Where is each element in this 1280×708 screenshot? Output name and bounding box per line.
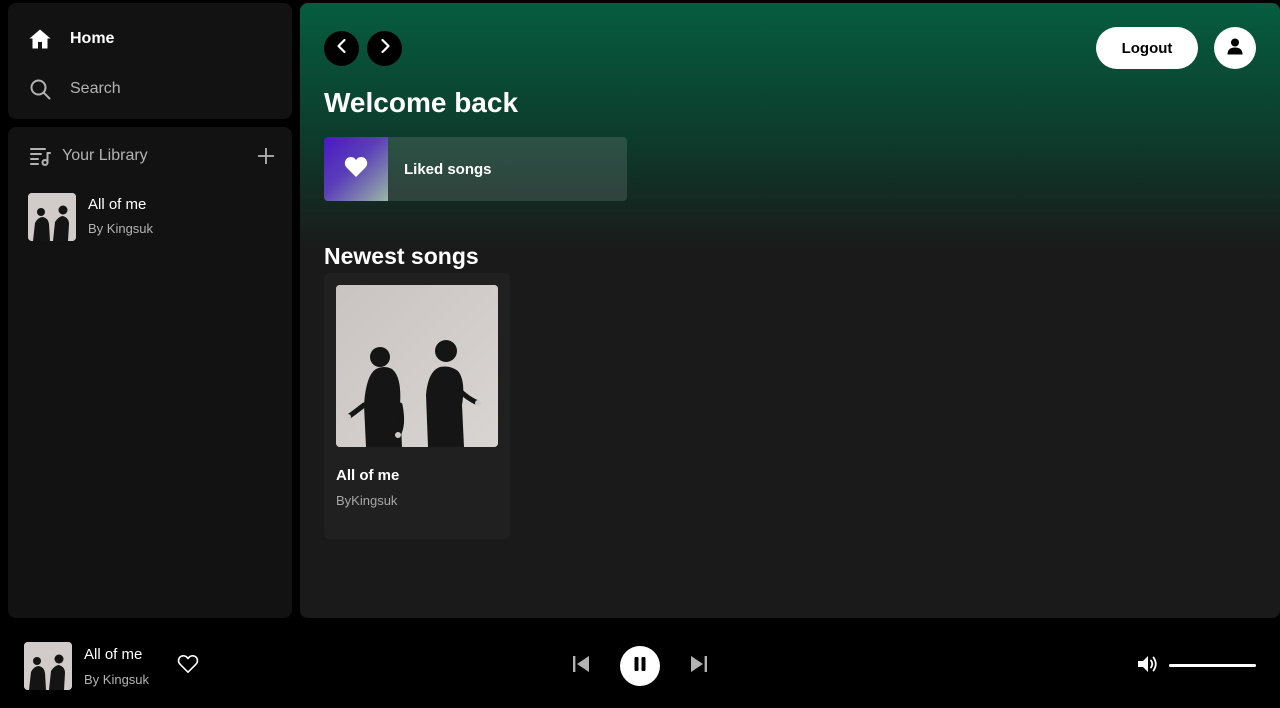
page-title: Welcome back (324, 87, 519, 118)
library-item-title: All of me (88, 196, 147, 213)
library-item-subtitle: By Kingsuk (88, 221, 154, 236)
song-card[interactable]: All of me ByKingsuk (324, 273, 510, 539)
like-button[interactable] (176, 654, 200, 678)
volume-button[interactable] (1136, 654, 1160, 678)
volume-icon (1136, 653, 1160, 680)
home-icon (28, 27, 52, 51)
library-icon[interactable] (28, 144, 52, 168)
search-icon (28, 77, 52, 101)
volume-slider[interactable] (1169, 664, 1256, 667)
main-panel: Logout Welcome back Liked songs Newest s… (300, 3, 1280, 618)
volume-slider-fill (1169, 664, 1256, 667)
nav-search-label: Search (70, 80, 121, 97)
logout-button[interactable]: Logout (1096, 27, 1198, 69)
liked-songs-label: Liked songs (404, 160, 492, 178)
nav-item-home[interactable]: Home (28, 27, 114, 51)
player-bar: All of me By Kingsuk (0, 626, 1280, 706)
back-button[interactable] (324, 31, 359, 66)
liked-songs-card[interactable]: Liked songs (324, 137, 627, 201)
pause-icon (632, 656, 648, 677)
song-card-subtitle: ByKingsuk (336, 493, 398, 508)
chevron-left-icon (334, 38, 350, 59)
skip-forward-icon (689, 654, 709, 679)
profile-button[interactable] (1214, 27, 1256, 69)
album-art (336, 285, 498, 447)
next-button[interactable] (687, 654, 711, 678)
nav-panel: Home Search (8, 3, 292, 119)
nav-item-search[interactable]: Search (28, 77, 121, 101)
now-playing-artist[interactable]: By Kingsuk (84, 672, 149, 687)
section-title-newest: Newest songs (324, 243, 479, 269)
skip-back-icon (571, 654, 591, 679)
liked-songs-art (324, 137, 388, 201)
library-item[interactable]: All of me By Kingsuk (28, 193, 153, 241)
album-art-thumbnail (28, 193, 76, 241)
add-icon[interactable] (254, 144, 278, 168)
chevron-right-icon (377, 38, 393, 59)
library-header: Your Library (28, 143, 278, 169)
heart-outline-icon (177, 654, 199, 679)
heart-filled-icon (344, 156, 368, 183)
user-icon (1226, 37, 1244, 60)
previous-button[interactable] (569, 654, 593, 678)
pause-button[interactable] (620, 646, 660, 686)
song-card-title: All of me (336, 467, 400, 484)
library-title: Your Library (62, 147, 148, 164)
library-panel: Your Library All of me By Kingsuk (8, 127, 292, 618)
forward-button[interactable] (367, 31, 402, 66)
nav-home-label: Home (70, 30, 115, 47)
now-playing-art[interactable] (24, 642, 72, 690)
now-playing-title[interactable]: All of me (84, 646, 142, 663)
